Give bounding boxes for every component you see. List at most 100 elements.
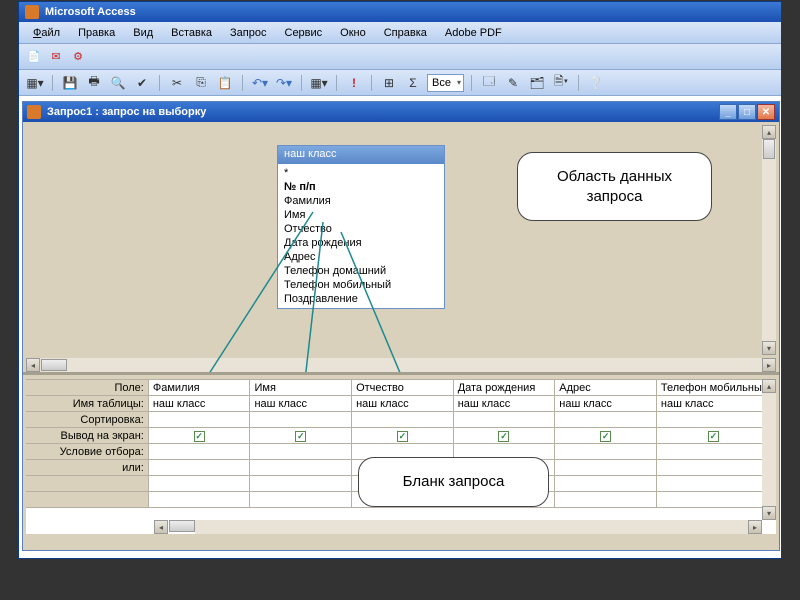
field-item[interactable]: * [278,166,444,180]
grid-cell-criteria[interactable] [656,444,770,460]
grid-cell-or[interactable] [148,460,250,476]
scroll-down-arrow[interactable]: ▾ [762,341,776,355]
grid-cell-sort[interactable] [656,412,770,428]
scroll-left-arrow[interactable]: ◂ [26,358,40,372]
grid-cell-table[interactable]: наш класс [250,396,352,412]
menu-insert[interactable]: Вставка [163,25,220,41]
pdf-mail-icon[interactable]: ✉ [47,48,65,66]
build-button[interactable]: ✎ [503,73,523,93]
grid-cell-field[interactable]: Фамилия [148,380,250,396]
menu-adobe[interactable]: Adobe PDF [437,25,510,41]
print-button[interactable]: 🖶 [84,73,104,93]
scroll-right-arrow[interactable]: ▸ [748,520,762,534]
pdf-settings-icon[interactable]: ⚙ [69,48,87,66]
checkbox-icon[interactable]: ✓ [295,431,306,442]
top-values-combo[interactable]: Все [427,74,464,92]
grid-cell-show[interactable]: ✓ [148,428,250,444]
cut-button[interactable]: ✂ [167,73,187,93]
checkbox-icon[interactable]: ✓ [397,431,408,442]
redo-button[interactable]: ↷▾ [274,73,294,93]
scroll-up-arrow[interactable]: ▴ [762,379,776,393]
grid-cell-table[interactable]: наш класс [555,396,657,412]
minimize-button[interactable]: _ [719,104,737,120]
grid-cell-show[interactable]: ✓ [656,428,770,444]
menu-window[interactable]: Окно [332,25,374,41]
grid-cell-table[interactable]: наш класс [148,396,250,412]
grid-cell-table[interactable]: наш класс [453,396,555,412]
grid-cell-show[interactable]: ✓ [555,428,657,444]
scroll-down-arrow[interactable]: ▾ [762,506,776,520]
menu-tools[interactable]: Сервис [277,25,331,41]
grid-cell-show[interactable]: ✓ [352,428,454,444]
menu-file[interactable]: Файл [25,25,68,41]
field-item[interactable]: Имя [278,208,444,222]
scroll-right-arrow[interactable]: ▸ [762,358,776,372]
field-item[interactable]: Телефон мобильный [278,278,444,292]
close-button[interactable]: ✕ [757,104,775,120]
field-item[interactable]: Телефон домашний [278,264,444,278]
undo-button[interactable]: ↶▾ [250,73,270,93]
view-dropdown-button[interactable]: ▦▾ [25,73,45,93]
field-item[interactable]: Фамилия [278,194,444,208]
grid-cell-or[interactable] [656,460,770,476]
lower-hscrollbar[interactable]: ◂ ▸ [154,520,762,534]
database-window-button[interactable]: 🗂 [527,73,547,93]
copy-button[interactable]: ⎘ [191,73,211,93]
grid-cell-table[interactable]: наш класс [352,396,454,412]
grid-cell-sort[interactable] [148,412,250,428]
lower-vscrollbar[interactable]: ▴ ▾ [762,379,776,520]
grid-cell-show[interactable]: ✓ [453,428,555,444]
field-item[interactable]: Поздравление [278,292,444,306]
field-item[interactable]: Дата рождения [278,236,444,250]
scroll-up-arrow[interactable]: ▴ [762,125,776,139]
totals-button[interactable]: Σ [403,73,423,93]
upper-vscrollbar[interactable]: ▴ ▾ [762,125,776,355]
scroll-thumb[interactable] [41,359,67,371]
grid-cell-sort[interactable] [352,412,454,428]
help-button[interactable]: ❔ [586,73,606,93]
grid-cell-field[interactable]: Дата рождения [453,380,555,396]
separator [336,75,337,91]
save-button[interactable]: 💾 [60,73,80,93]
menu-help[interactable]: Справка [376,25,435,41]
menu-view[interactable]: Вид [125,25,161,41]
checkbox-icon[interactable]: ✓ [498,431,509,442]
menu-query[interactable]: Запрос [222,25,274,41]
grid-cell-table[interactable]: наш класс [656,396,770,412]
grid-cell-criteria[interactable] [250,444,352,460]
checkbox-icon[interactable]: ✓ [708,431,719,442]
scroll-left-arrow[interactable]: ◂ [154,520,168,534]
scroll-thumb[interactable] [763,139,775,159]
grid-cell-show[interactable]: ✓ [250,428,352,444]
paste-button[interactable]: 📋 [215,73,235,93]
scroll-thumb[interactable] [169,520,195,532]
grid-cell-field[interactable]: Имя [250,380,352,396]
pdf-icon[interactable]: 📄 [25,48,43,66]
query-type-button[interactable]: ▦▾ [309,73,329,93]
grid-cell-field[interactable]: Отчество [352,380,454,396]
checkbox-icon[interactable]: ✓ [194,431,205,442]
run-button[interactable]: ! [344,73,364,93]
grid-cell-criteria[interactable] [555,444,657,460]
upper-hscrollbar[interactable]: ◂ ▸ [26,358,776,372]
show-table-button[interactable]: ⊞ [379,73,399,93]
spelling-button[interactable]: ✔ [132,73,152,93]
grid-cell-sort[interactable] [250,412,352,428]
properties-button[interactable]: 🗔 [479,73,499,93]
grid-cell-or[interactable] [250,460,352,476]
grid-cell-criteria[interactable] [148,444,250,460]
grid-cell-field[interactable]: Адрес [555,380,657,396]
grid-cell-or[interactable] [555,460,657,476]
menu-edit[interactable]: Правка [70,25,123,41]
maximize-button[interactable]: □ [738,104,756,120]
grid-cell-sort[interactable] [453,412,555,428]
new-object-button[interactable]: 🗎▾ [551,73,571,93]
grid-cell-sort[interactable] [555,412,657,428]
checkbox-icon[interactable]: ✓ [600,431,611,442]
field-item-pk[interactable]: № п/п [278,180,444,194]
print-preview-button[interactable]: 🔍 [108,73,128,93]
table-field-list[interactable]: наш класс * № п/п Фамилия Имя Отчество Д… [277,145,445,309]
grid-cell-field[interactable]: Телефон мобильны [656,380,770,396]
field-item[interactable]: Адрес [278,250,444,264]
field-item[interactable]: Отчество [278,222,444,236]
